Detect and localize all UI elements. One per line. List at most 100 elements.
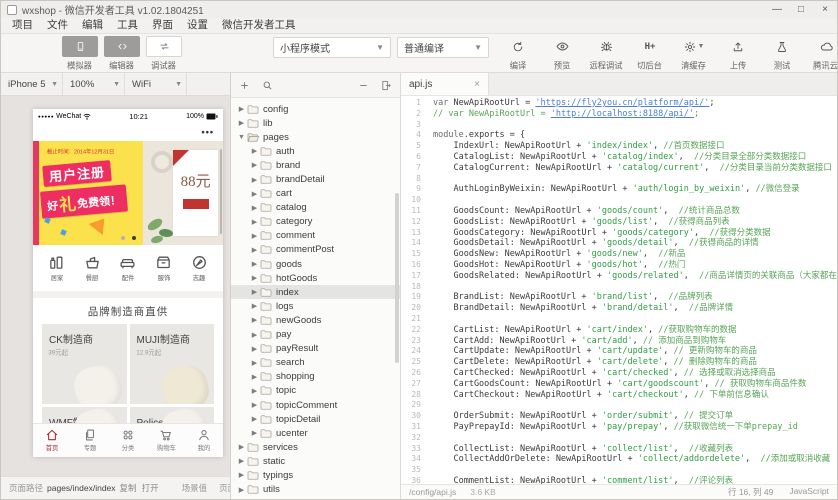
tree-item-utils[interactable]: ▶utils xyxy=(231,483,400,497)
tree-item-lib[interactable]: ▶lib xyxy=(231,116,400,130)
disclosure-closed-icon[interactable]: ▶ xyxy=(250,387,259,395)
disclosure-closed-icon[interactable]: ▶ xyxy=(237,471,246,479)
zoom-select[interactable]: 100% ▼ xyxy=(63,73,125,95)
tree-item-index[interactable]: ▶index xyxy=(231,285,400,299)
tree-item-logs[interactable]: ▶logs xyxy=(231,299,400,313)
menu-item-编辑[interactable]: 编辑 xyxy=(75,18,110,33)
tree-item-static[interactable]: ▶static xyxy=(231,454,400,468)
phone-tab-user[interactable]: 我的 xyxy=(185,424,223,457)
scene-value-label[interactable]: 场景值 xyxy=(182,482,208,494)
tree-item-config[interactable]: ▶config xyxy=(231,102,400,116)
code-area[interactable]: 1var NewApiRootUrl = 'https://fly2you.cn… xyxy=(401,96,837,484)
search-icon[interactable] xyxy=(262,80,273,91)
disclosure-closed-icon[interactable]: ▶ xyxy=(250,246,259,254)
compile-button[interactable] xyxy=(499,36,537,57)
miniprogram-menu-icon[interactable]: ••• xyxy=(202,127,214,137)
disclosure-closed-icon[interactable]: ▶ xyxy=(237,443,246,451)
banner-carousel[interactable]: 截止时间：2014年12月31日 用户注册 好礼免费领！ xyxy=(33,141,223,245)
status-language[interactable]: JavaScript xyxy=(789,486,829,498)
disclosure-closed-icon[interactable]: ▶ xyxy=(237,486,246,494)
tree-item-ucenter[interactable]: ▶ucenter xyxy=(231,426,400,440)
tree-item-search[interactable]: ▶search xyxy=(231,356,400,370)
clear-cache-button[interactable]: ▼ xyxy=(675,36,713,57)
page-params-label[interactable]: 页面参数 xyxy=(219,482,230,494)
phone-tab-topic[interactable]: 专题 xyxy=(71,424,109,457)
preview-button[interactable] xyxy=(543,36,581,57)
disclosure-closed-icon[interactable]: ▶ xyxy=(250,345,259,353)
tree-item-payResult[interactable]: ▶payResult xyxy=(231,342,400,356)
tree-item-topicDetail[interactable]: ▶topicDetail xyxy=(231,412,400,426)
compile-select[interactable]: 普通编译 ▼ xyxy=(397,37,489,58)
tree-item-brand[interactable]: ▶brand xyxy=(231,158,400,172)
phone-scrollbar[interactable] xyxy=(220,149,222,234)
disclosure-closed-icon[interactable]: ▶ xyxy=(250,429,259,437)
network-select[interactable]: WiFi ▼ xyxy=(125,73,187,95)
simulator-toggle-button[interactable] xyxy=(62,36,98,57)
tree-item-newGoods[interactable]: ▶newGoods xyxy=(231,313,400,327)
tree-item-auth[interactable]: ▶auth xyxy=(231,144,400,158)
disclosure-closed-icon[interactable]: ▶ xyxy=(237,119,246,127)
tree-item-comment[interactable]: ▶comment xyxy=(231,229,400,243)
category-item-kitchen[interactable]: 餐厨 xyxy=(75,254,111,283)
disclosure-closed-icon[interactable]: ▶ xyxy=(250,190,259,198)
disclosure-closed-icon[interactable]: ▶ xyxy=(250,218,259,226)
brand-card-ck[interactable]: CK制造商39元起 xyxy=(42,324,127,404)
upload-button[interactable] xyxy=(719,36,757,57)
carousel-dot[interactable] xyxy=(132,236,136,240)
tree-item-app.js[interactable]: JSapp.js xyxy=(231,497,400,499)
tree-item-cart[interactable]: ▶cart xyxy=(231,187,400,201)
menu-item-设置[interactable]: 设置 xyxy=(180,18,215,33)
disclosure-closed-icon[interactable]: ▶ xyxy=(250,302,259,310)
open-path-link[interactable]: 打开 xyxy=(142,482,159,494)
disclosure-closed-icon[interactable]: ▶ xyxy=(250,359,259,367)
remote-debug-button[interactable] xyxy=(587,36,625,57)
tree-item-hotGoods[interactable]: ▶hotGoods xyxy=(231,271,400,285)
disclosure-open-icon[interactable]: ▼ xyxy=(237,134,246,141)
tree-item-pages[interactable]: ▼pages xyxy=(231,130,400,144)
disclosure-closed-icon[interactable]: ▶ xyxy=(250,176,259,184)
new-file-icon[interactable] xyxy=(239,80,250,91)
disclosure-closed-icon[interactable]: ▶ xyxy=(250,274,259,282)
tab-close-icon[interactable]: × xyxy=(474,79,480,90)
disclosure-closed-icon[interactable]: ▶ xyxy=(237,105,246,113)
background-button[interactable]: H+ xyxy=(631,36,669,57)
disclosure-closed-icon[interactable]: ▶ xyxy=(250,415,259,423)
phone-screen[interactable]: ●●●●● WeChat 10:21 100% ••• xyxy=(33,109,223,457)
phone-tab-cart[interactable]: 购物车 xyxy=(147,424,185,457)
editor-toggle-button[interactable] xyxy=(104,36,140,57)
mode-select[interactable]: 小程序模式 ▼ xyxy=(273,37,391,58)
locate-file-icon[interactable] xyxy=(381,80,392,91)
minimize-button[interactable]: — xyxy=(765,1,789,18)
close-button[interactable]: × xyxy=(813,1,837,18)
disclosure-closed-icon[interactable]: ▶ xyxy=(250,260,259,268)
brand-card-muji[interactable]: MUJI制造商12.9元起 xyxy=(130,324,215,404)
tree-item-services[interactable]: ▶services xyxy=(231,440,400,454)
disclosure-closed-icon[interactable]: ▶ xyxy=(250,331,259,339)
maximize-button[interactable]: □ xyxy=(789,1,813,18)
tree-item-topic[interactable]: ▶topic xyxy=(231,384,400,398)
category-item-apparel[interactable]: 服饰 xyxy=(146,254,182,283)
disclosure-closed-icon[interactable]: ▶ xyxy=(250,288,259,296)
tree-item-topicComment[interactable]: ▶topicComment xyxy=(231,398,400,412)
editor-tab-apijs[interactable]: api.js × xyxy=(401,73,489,95)
tree-scrollbar[interactable] xyxy=(395,193,399,363)
tree-item-goods[interactable]: ▶goods xyxy=(231,257,400,271)
category-item-furniture[interactable]: 配件 xyxy=(110,254,146,283)
tree-item-commentPost[interactable]: ▶commentPost xyxy=(231,243,400,257)
tree-item-category[interactable]: ▶category xyxy=(231,215,400,229)
menu-item-工具[interactable]: 工具 xyxy=(110,18,145,33)
debugger-toggle-button[interactable] xyxy=(146,36,182,57)
menu-item-项目[interactable]: 项目 xyxy=(5,18,40,33)
disclosure-closed-icon[interactable]: ▶ xyxy=(250,147,259,155)
tree-item-typings[interactable]: ▶typings xyxy=(231,468,400,482)
tencent-cloud-button[interactable] xyxy=(807,36,838,57)
carousel-dot[interactable] xyxy=(121,236,125,240)
test-button[interactable] xyxy=(763,36,801,57)
category-item-hobby[interactable]: 志趣 xyxy=(181,254,217,283)
disclosure-closed-icon[interactable]: ▶ xyxy=(250,373,259,381)
disclosure-closed-icon[interactable]: ▶ xyxy=(250,316,259,324)
collapse-all-icon[interactable] xyxy=(358,80,369,91)
disclosure-closed-icon[interactable]: ▶ xyxy=(250,204,259,212)
copy-path-link[interactable]: 复制 xyxy=(120,482,137,494)
tree-item-catalog[interactable]: ▶catalog xyxy=(231,201,400,215)
